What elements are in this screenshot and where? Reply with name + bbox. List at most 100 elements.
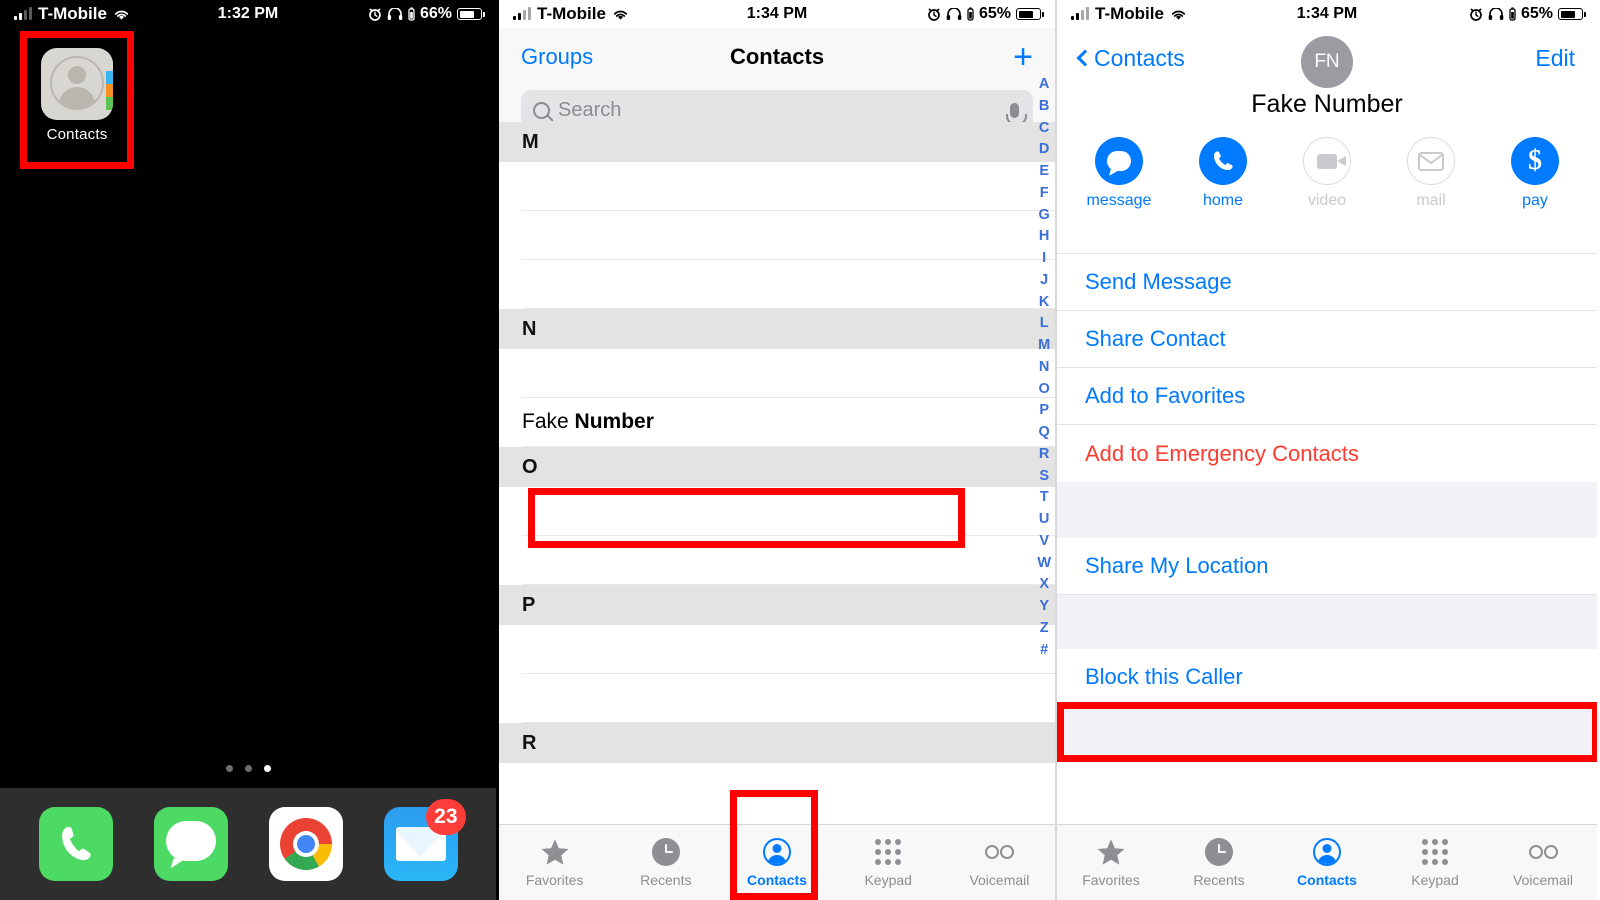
navigation-bar: Groups Contacts + (499, 28, 1055, 86)
quick-actions: message home video mail $ pay (1057, 137, 1597, 210)
page-dot[interactable] (244, 765, 252, 772)
tab-contacts[interactable]: Contacts (721, 825, 832, 900)
headphones-icon (946, 8, 962, 20)
dock-phone-app[interactable] (38, 807, 113, 881)
alpha-index-letter[interactable]: W (1037, 553, 1051, 575)
alpha-index-letter[interactable]: Q (1039, 422, 1050, 444)
alpha-index-letter[interactable]: X (1039, 574, 1049, 596)
alpha-index-letter[interactable]: C (1039, 118, 1049, 140)
phone-icon (61, 826, 91, 861)
edit-button[interactable]: Edit (1535, 45, 1575, 72)
tab-voicemail[interactable]: Voicemail (944, 825, 1055, 900)
tab-keypad[interactable]: Keypad (833, 825, 944, 900)
list-item-add-to-emergency-contacts[interactable]: Add to Emergency Contacts (1057, 425, 1597, 482)
wifi-icon (613, 10, 628, 20)
keypad-icon (1422, 839, 1448, 865)
tab-favorites[interactable]: Favorites (1057, 825, 1165, 900)
alpha-index-letter[interactable]: Z (1040, 618, 1049, 640)
status-bar: T-Mobile 1:32 PM 66% (0, 0, 496, 28)
tab-keypad[interactable]: Keypad (1381, 825, 1489, 900)
alpha-index-letter[interactable]: V (1039, 531, 1049, 553)
action-pay[interactable]: $ pay (1501, 137, 1569, 210)
list-item-send-message[interactable]: Send Message (1057, 254, 1597, 311)
clock-icon (1205, 838, 1233, 866)
alphabet-index[interactable]: A B C D E F G H I J K L M N O P Q R S T U V W X Y Z # (1037, 74, 1051, 661)
alpha-index-letter[interactable]: D (1039, 139, 1049, 161)
dock-chrome-app[interactable] (268, 807, 343, 881)
avatar-silhouette-icon (50, 56, 104, 110)
alpha-index-letter[interactable]: E (1039, 161, 1049, 183)
alpha-index-letter[interactable]: K (1039, 292, 1049, 314)
contact-row[interactable] (522, 349, 1055, 398)
microphone-icon[interactable] (1006, 102, 1027, 125)
contacts-list[interactable]: M N Fake Number O P R (499, 122, 1055, 818)
tab-label: Favorites (1082, 872, 1140, 888)
alpha-index-letter[interactable]: B (1039, 96, 1049, 118)
contact-row[interactable] (522, 536, 1055, 585)
alpha-index-letter[interactable]: H (1039, 226, 1049, 248)
battery-icon (1558, 8, 1586, 20)
status-right: 65% (927, 5, 1044, 23)
back-label: Contacts (1094, 44, 1185, 71)
alpha-index-letter[interactable]: L (1040, 313, 1049, 335)
tab-recents[interactable]: Recents (1165, 825, 1273, 900)
list-item-share-my-location[interactable]: Share My Location (1057, 538, 1597, 595)
alpha-index-letter[interactable]: O (1039, 379, 1050, 401)
tab-favorites[interactable]: Favorites (499, 825, 610, 900)
alpha-index-letter[interactable]: Y (1039, 596, 1049, 618)
list-item-share-contact[interactable]: Share Contact (1057, 311, 1597, 368)
dock-messages-app[interactable] (153, 807, 228, 881)
star-icon (1097, 838, 1125, 865)
alpha-index-letter[interactable]: G (1039, 205, 1050, 227)
search-input[interactable]: Search (558, 99, 1002, 122)
action-label: pay (1522, 192, 1548, 209)
contact-row[interactable] (522, 260, 1055, 309)
tab-label: Favorites (525, 872, 584, 888)
alpha-index-letter[interactable]: R (1039, 444, 1049, 466)
alpha-index-letter[interactable]: N (1039, 357, 1049, 379)
alpha-index-letter[interactable]: I (1042, 248, 1046, 270)
page-dot-active[interactable] (263, 765, 271, 772)
action-message[interactable]: message (1085, 137, 1153, 210)
alpha-index-letter[interactable]: F (1040, 183, 1049, 205)
contact-row[interactable] (522, 162, 1055, 211)
small-battery-icon (408, 7, 415, 21)
video-camera-icon (1317, 153, 1346, 169)
add-contact-button[interactable]: + (1013, 40, 1033, 74)
dock-mail-app[interactable]: 23 (383, 799, 466, 881)
contact-row[interactable] (522, 674, 1055, 723)
alpha-index-letter[interactable]: U (1039, 509, 1049, 531)
groups-button[interactable]: Groups (521, 44, 593, 70)
tab-voicemail[interactable]: Voicemail (1489, 825, 1597, 900)
page-dot[interactable] (225, 765, 233, 772)
tab-recents[interactable]: Recents (610, 825, 721, 900)
contacts-app-shortcut[interactable]: Contacts (36, 48, 118, 143)
action-label: mail (1416, 192, 1446, 209)
contact-last-name: Number (574, 410, 654, 433)
action-call-home[interactable]: home (1189, 137, 1257, 210)
alpha-index-letter[interactable]: # (1040, 640, 1048, 662)
alpha-index-letter[interactable]: S (1039, 466, 1049, 488)
list-item-block-this-caller[interactable]: Block this Caller (1057, 649, 1597, 706)
page-indicator-dots[interactable] (0, 765, 496, 772)
contact-row[interactable] (522, 625, 1055, 674)
contact-actions-list: Send Message Share Contact Add to Favori… (1057, 228, 1597, 754)
alarm-icon (928, 8, 940, 21)
list-item-add-to-favorites[interactable]: Add to Favorites (1057, 368, 1597, 425)
status-bar: T-Mobile 1:34 PM 65% (499, 0, 1055, 28)
tab-contacts[interactable]: Contacts (1273, 825, 1381, 900)
alpha-index-letter[interactable]: M (1038, 335, 1050, 357)
headphones-icon (1488, 8, 1504, 20)
search-icon (533, 101, 550, 119)
contact-row-fake-number[interactable]: Fake Number (522, 398, 1055, 447)
alpha-index-letter[interactable]: J (1040, 270, 1048, 292)
person-circle-icon (763, 838, 791, 866)
contact-row[interactable] (522, 487, 1055, 536)
contact-row[interactable] (522, 211, 1055, 260)
dollar-sign-icon: $ (1528, 145, 1542, 176)
alpha-index-letter[interactable]: P (1039, 400, 1049, 422)
contacts-app-icon (41, 48, 113, 120)
back-to-contacts-button[interactable]: Contacts (1076, 44, 1185, 72)
alpha-index-letter[interactable]: T (1040, 487, 1049, 509)
alpha-index-letter[interactable]: A (1039, 74, 1049, 96)
